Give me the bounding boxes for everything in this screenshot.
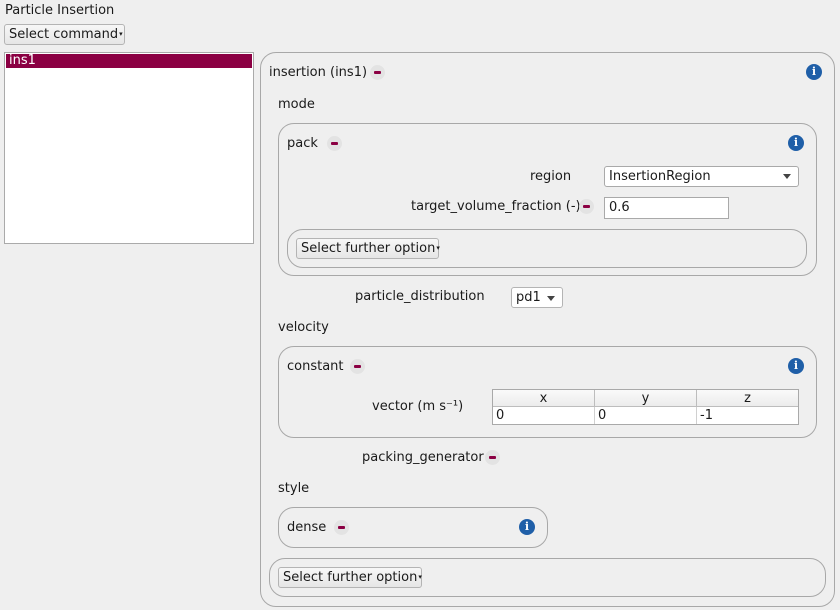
particle-distribution-select[interactable]: pd1: [511, 287, 563, 308]
mode-label: mode: [278, 97, 315, 112]
list-item[interactable]: ins1: [6, 54, 252, 68]
target-volume-fraction-input[interactable]: 0.6: [604, 197, 729, 219]
remove-insertion-button[interactable]: [370, 65, 385, 80]
region-value: InsertionRegion: [609, 169, 711, 184]
insertion-select-further-option-button[interactable]: Select further option▾: [278, 567, 422, 588]
remove-constant-button[interactable]: [350, 359, 365, 374]
select-command-button[interactable]: Select command▾: [4, 24, 125, 45]
info-icon[interactable]: i: [806, 64, 822, 80]
vector-y-cell[interactable]: 0: [595, 407, 697, 424]
vector-column-header: z: [697, 390, 798, 407]
remove-target-volume-fraction-button[interactable]: [579, 199, 594, 214]
pack-header: pack: [287, 136, 318, 151]
insertion-further-option-label: Select further option: [283, 570, 418, 585]
dense-header: dense: [287, 520, 327, 535]
chevron-down-icon: ▾: [436, 244, 440, 252]
region-select[interactable]: InsertionRegion: [604, 166, 799, 187]
remove-pack-button[interactable]: [327, 136, 342, 151]
instance-list[interactable]: ins1: [4, 52, 254, 244]
select-command-label: Select command: [9, 27, 119, 42]
constant-header: constant: [287, 359, 344, 374]
chevron-down-icon: ▾: [119, 30, 123, 38]
remove-dense-button[interactable]: [334, 520, 349, 535]
insertion-header: insertion (ins1): [269, 65, 368, 80]
info-icon[interactable]: i: [788, 358, 804, 374]
target-volume-fraction-label: target_volume_fraction (-): [411, 199, 581, 214]
particle-distribution-label: particle_distribution: [355, 289, 485, 304]
vector-x-cell[interactable]: 0: [493, 407, 595, 424]
pack-further-option-label: Select further option: [301, 241, 436, 256]
info-icon[interactable]: i: [788, 135, 804, 151]
style-label: style: [278, 481, 310, 496]
velocity-label: velocity: [278, 320, 329, 335]
vector-column-header: x: [493, 390, 595, 407]
vector-label: vector (m s⁻¹): [372, 399, 464, 414]
vector-table: x y z 0 0 -1: [492, 389, 799, 425]
chevron-down-icon: ▾: [418, 573, 422, 581]
window-title: Particle Insertion: [5, 3, 115, 18]
remove-packing-generator-button[interactable]: [485, 450, 500, 465]
particle-distribution-value: pd1: [516, 290, 541, 305]
pack-select-further-option-button[interactable]: Select further option▾: [296, 238, 440, 259]
chevron-down-icon: [547, 296, 555, 301]
packing-generator-label: packing_generator: [362, 450, 484, 465]
region-label: region: [530, 169, 572, 184]
vector-column-header: y: [595, 390, 697, 407]
chevron-down-icon: [783, 174, 791, 179]
vector-z-cell[interactable]: -1: [697, 407, 798, 424]
info-icon[interactable]: i: [519, 519, 535, 535]
